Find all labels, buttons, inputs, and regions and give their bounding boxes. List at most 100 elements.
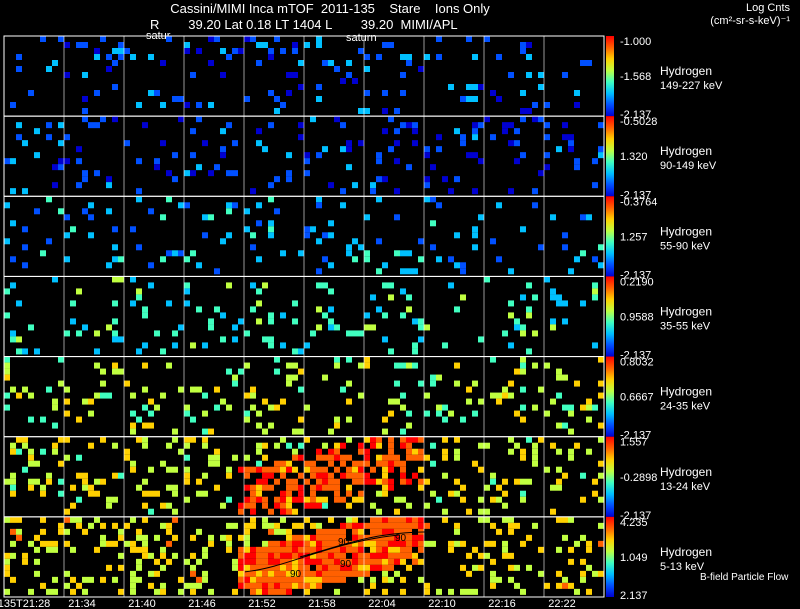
data-pixel [412,436,418,443]
data-pixel [436,404,442,411]
data-pixel [304,226,310,233]
data-pixel [238,48,244,54]
data-pixel [346,330,352,337]
data-pixel [490,496,496,503]
data-pixel [142,306,148,313]
data-pixel [406,164,412,171]
data-pixel [592,490,598,497]
data-pixel [304,588,310,595]
data-pixel [112,336,118,343]
data-pixel [202,410,208,417]
data-pixel [250,404,256,411]
data-pixel [544,122,550,129]
data-pixel [166,558,172,565]
annotation-label: B-field Particle Flow [700,572,789,583]
data-pixel [328,540,334,547]
data-pixel [262,146,268,153]
data-pixel [514,128,520,135]
data-pixel [322,496,328,503]
energy-label: 90-149 keV [660,160,717,172]
data-pixel [490,472,496,479]
data-pixel [262,466,268,473]
data-pixel [418,576,424,583]
data-pixel [52,540,58,547]
data-pixel [220,502,226,509]
data-pixel [64,42,70,48]
data-pixel [244,226,250,233]
data-pixel [388,460,394,467]
data-pixel [328,564,334,571]
data-pixel [322,558,328,565]
data-pixel [28,454,34,461]
data-pixel [328,428,334,435]
data-pixel [262,472,268,479]
data-pixel [382,478,388,485]
data-pixel [412,362,418,369]
data-pixel [400,552,406,559]
data-pixel [208,454,214,461]
data-pixel [16,392,22,399]
data-pixel [496,484,502,491]
data-pixel [28,588,34,595]
data-pixel [268,342,274,349]
colorbar-mid-label: 0.9588 [620,312,654,324]
data-pixel [148,410,154,417]
energy-label: 5-13 keV [660,561,705,573]
data-pixel [514,324,520,331]
data-pixel [514,318,520,325]
data-pixel [286,362,292,369]
data-pixel [364,90,370,96]
data-pixel [358,496,364,503]
data-pixel [352,528,358,535]
data-pixel [466,36,472,42]
data-pixel [454,490,460,497]
data-pixel [52,422,58,429]
data-pixel [340,386,346,393]
data-pixel [34,558,40,565]
data-pixel [268,576,274,583]
data-pixel [544,164,550,171]
data-pixel [184,300,190,307]
data-pixel [382,546,388,553]
data-pixel [196,478,202,485]
data-pixel [478,336,484,343]
data-pixel [130,422,136,429]
contour-label: 90 [395,533,407,544]
data-pixel [316,196,322,203]
data-pixel [394,454,400,461]
data-pixel [46,122,52,129]
data-pixel [580,300,586,307]
data-pixel [424,146,430,153]
data-pixel [334,66,340,72]
data-pixel [394,380,400,387]
data-pixel [10,478,16,485]
data-pixel [382,552,388,559]
data-pixel [382,540,388,547]
data-pixel [46,66,52,72]
data-pixel [262,522,268,529]
data-pixel [76,454,82,461]
data-pixel [562,134,568,141]
data-pixel [370,564,376,571]
data-pixel [412,522,418,529]
data-pixel [316,448,322,455]
data-pixel [250,484,256,491]
data-pixel [202,428,208,435]
data-pixel [22,552,28,559]
data-pixel [376,54,382,60]
data-pixel [340,146,346,153]
data-pixel [340,442,346,449]
data-pixel [514,582,520,589]
data-pixel [70,546,76,553]
data-pixel [496,496,502,503]
data-pixel [520,588,526,595]
data-pixel [400,312,406,319]
data-pixel [100,116,106,123]
data-pixel [322,570,328,577]
data-pixel [508,448,514,455]
data-pixel [28,460,34,467]
spectrogram-chart: -1.000-1.568-2.137Hydrogen149-227 keV-0.… [0,35,789,609]
data-pixel [286,374,292,381]
data-pixel [172,436,178,443]
data-pixel [334,478,340,485]
